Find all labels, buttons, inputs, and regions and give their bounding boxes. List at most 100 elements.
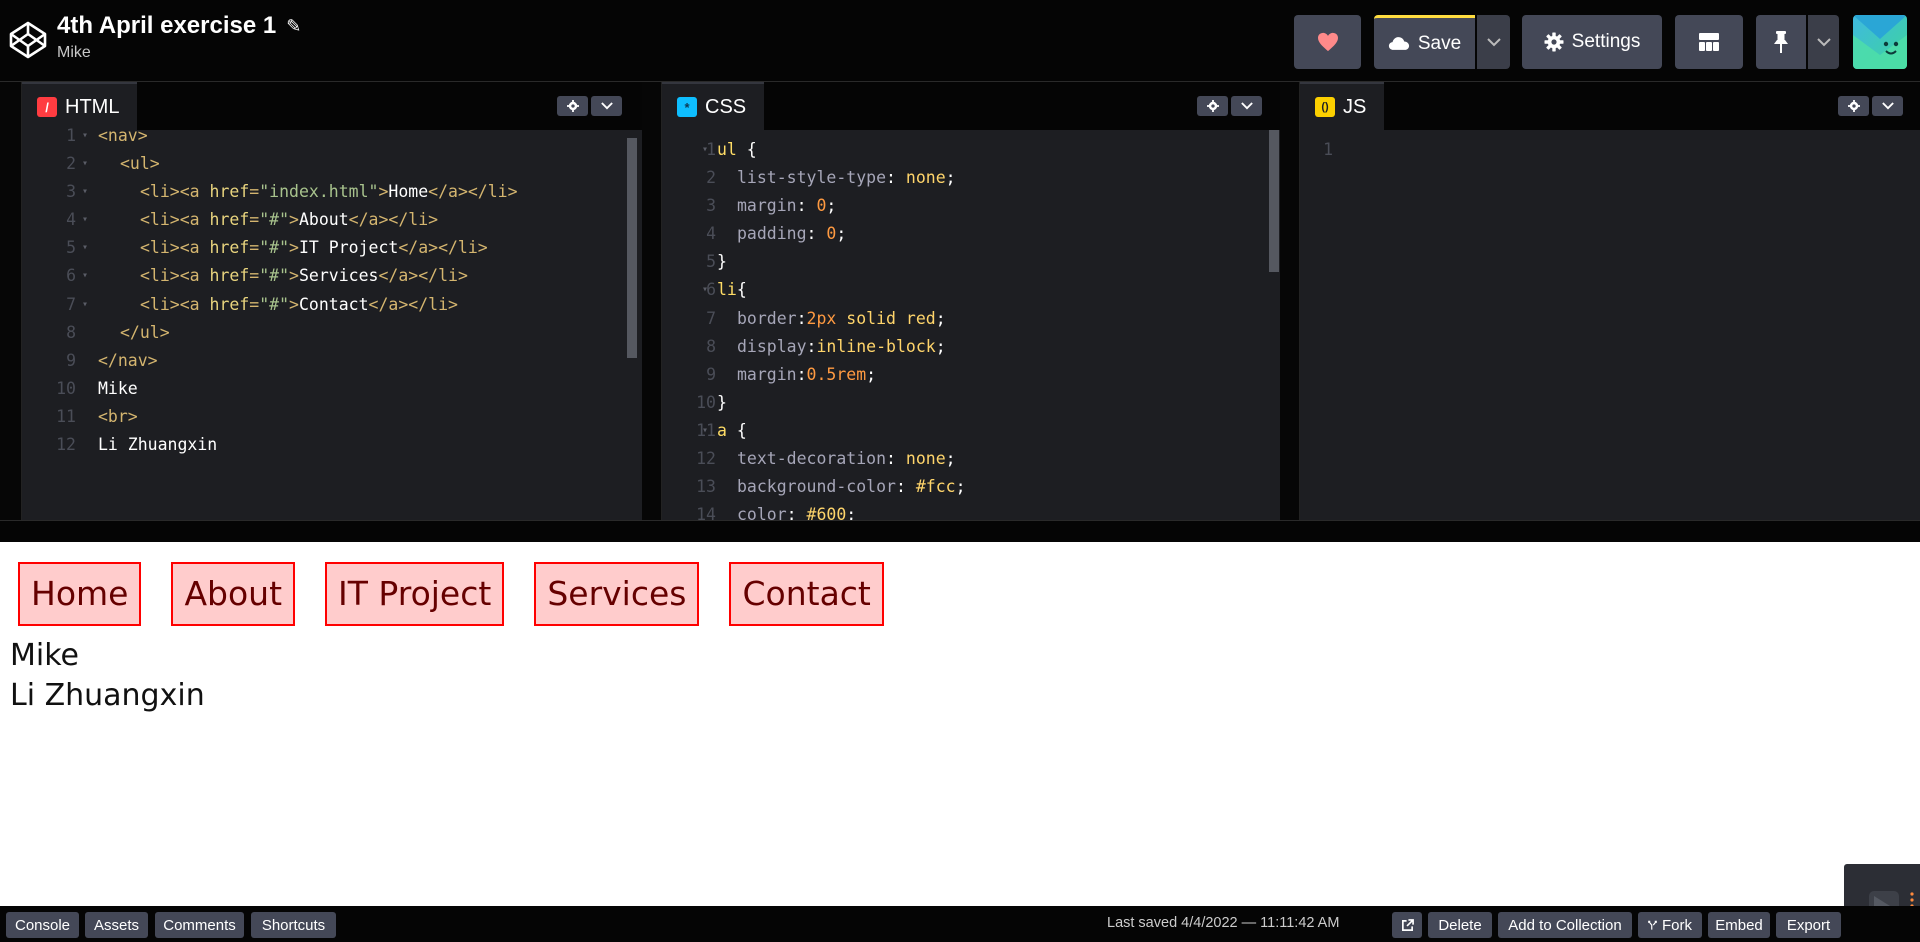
code-token: Contact: [298, 294, 369, 314]
html-tab-label: HTML: [65, 95, 120, 118]
love-button[interactable]: [1294, 15, 1361, 69]
open-in-new-window-button[interactable]: [1392, 912, 1422, 938]
layout-icon: [1699, 33, 1719, 51]
fold-arrow-icon[interactable]: ▾: [82, 262, 88, 290]
export-button[interactable]: Export: [1776, 912, 1841, 938]
save-button[interactable]: Save: [1374, 15, 1475, 69]
fork-icon: [1648, 920, 1657, 930]
settings-button[interactable]: Settings: [1522, 15, 1662, 69]
code-line: 8 </ul>: [22, 319, 642, 347]
code-line: 11 ▾ a {: [662, 417, 1280, 445]
code-token: href: [209, 238, 250, 258]
gear-icon: [566, 100, 579, 112]
pen-title-text[interactable]: 4th April exercise 1: [57, 12, 276, 40]
fold-arrow-icon[interactable]: ▾: [82, 178, 88, 206]
code-token: :: [796, 364, 807, 384]
css-code[interactable]: 1 ▾ ul { 2 list-style-type: none; 3 margin: …: [662, 136, 1280, 520]
code-token: ;: [935, 308, 946, 328]
pin-options-dropdown[interactable]: [1808, 15, 1839, 69]
fold-arrow-icon[interactable]: ▾: [82, 206, 88, 234]
js-collapse-button[interactable]: [1872, 96, 1903, 116]
delete-button[interactable]: Delete: [1428, 912, 1492, 938]
code-token: margin: [737, 196, 797, 216]
save-options-dropdown[interactable]: [1477, 15, 1510, 69]
add-to-collection-button[interactable]: Add to Collection: [1498, 912, 1632, 938]
console-button[interactable]: Console: [6, 912, 79, 938]
fork-label: Fork: [1662, 916, 1692, 934]
shortcuts-button[interactable]: Shortcuts: [251, 912, 336, 938]
preview-nav-item: Contact: [729, 562, 884, 626]
css-tab[interactable]: * CSS: [662, 82, 765, 130]
html-editor[interactable]: / HTML 1 ▾ <nav> 2 ▾ <ul> 3 ▾ <li><a href="ind…: [22, 82, 642, 520]
html-scrollbar[interactable]: [627, 138, 637, 358]
preview-resize-bar[interactable]: [0, 520, 1920, 542]
code-token: li: [717, 280, 737, 300]
css-editor[interactable]: * CSS 1 ▾ ul { 2 list-style-type: none; 3 ma…: [662, 82, 1280, 520]
pin-button[interactable]: [1756, 15, 1806, 69]
pen-title[interactable]: 4th April exercise 1 ✎: [57, 12, 301, 40]
editor-resizer[interactable]: [1280, 82, 1300, 520]
fold-arrow-icon[interactable]: ▾: [82, 122, 88, 150]
js-settings-button[interactable]: [1838, 96, 1869, 116]
embed-button[interactable]: Embed: [1708, 912, 1770, 938]
css-scrollbar[interactable]: [1269, 130, 1279, 272]
html-code[interactable]: 1 ▾ <nav> 2 ▾ <ul> 3 ▾ <li><a href="index.html…: [22, 122, 642, 459]
js-tab-label: JS: [1343, 95, 1367, 118]
code-token: <li><a: [140, 210, 210, 230]
code-token: >: [289, 238, 299, 258]
code-token: href: [209, 266, 250, 286]
preview-text-name: Mike: [10, 638, 79, 673]
nav-link-home[interactable]: Home: [20, 564, 140, 624]
css-settings-button[interactable]: [1197, 96, 1228, 116]
nav-link-it-project[interactable]: IT Project: [327, 564, 503, 624]
html-settings-button[interactable]: [557, 96, 588, 116]
fold-arrow-icon[interactable]: ▾: [82, 234, 88, 262]
assets-button[interactable]: Assets: [85, 912, 148, 938]
line-number: 3: [66, 182, 76, 202]
code-token: text-decoration: [737, 449, 887, 469]
line-number: 9: [706, 364, 716, 384]
css-collapse-button[interactable]: [1231, 96, 1262, 116]
fold-arrow-icon[interactable]: ▾: [702, 417, 708, 445]
code-token: </a></li>: [428, 182, 518, 202]
js-editor[interactable]: () JS 1: [1300, 82, 1920, 520]
html-icon: /: [37, 97, 57, 117]
code-token: Services: [298, 266, 379, 286]
line-number: 11: [56, 406, 76, 426]
pencil-icon[interactable]: ✎: [286, 16, 301, 37]
code-line: 6 ▾ <li><a href="#">Services</a></li>: [22, 262, 642, 290]
nav-link-contact[interactable]: Contact: [731, 564, 882, 624]
user-avatar[interactable]: [1853, 15, 1907, 69]
code-token: :: [796, 196, 817, 216]
nav-link-services[interactable]: Services: [536, 564, 698, 624]
code-line: 3 ▾ <li><a href="index.html">Home</a></li>: [22, 178, 642, 206]
code-token: <li><a: [140, 266, 210, 286]
code-line: 12 Li Zhuangxin: [22, 431, 642, 459]
codepen-logo-icon[interactable]: [8, 20, 48, 60]
fold-arrow-icon[interactable]: ▾: [82, 291, 88, 319]
pen-author[interactable]: Mike: [57, 44, 301, 62]
code-token: #fcc: [915, 477, 956, 497]
code-token: Home: [388, 182, 429, 202]
code-line: 2 list-style-type: none;: [662, 164, 1280, 192]
code-token: </a></li>: [398, 238, 488, 258]
fold-arrow-icon[interactable]: ▾: [82, 150, 88, 178]
fold-arrow-icon[interactable]: ▾: [702, 276, 708, 304]
editor-resizer[interactable]: [642, 82, 662, 520]
code-token: border: [737, 308, 797, 328]
change-view-button[interactable]: [1675, 15, 1743, 69]
line-number: 4: [706, 224, 716, 244]
fork-button[interactable]: Fork: [1638, 912, 1702, 938]
line-number: 2: [66, 154, 76, 174]
editor-area: / HTML 1 ▾ <nav> 2 ▾ <ul> 3 ▾ <li><a href="ind…: [0, 82, 1920, 520]
js-code[interactable]: 1: [1300, 136, 1920, 164]
js-tab[interactable]: () JS: [1300, 82, 1385, 130]
fold-arrow-icon[interactable]: ▾: [702, 136, 708, 164]
editor-resizer[interactable]: [0, 82, 22, 520]
settings-label: Settings: [1571, 31, 1641, 52]
nav-link-about[interactable]: About: [173, 564, 294, 624]
code-token: :: [886, 168, 906, 188]
html-collapse-button[interactable]: [591, 96, 622, 116]
comments-button[interactable]: Comments: [155, 912, 244, 938]
code-token: none: [905, 449, 946, 469]
